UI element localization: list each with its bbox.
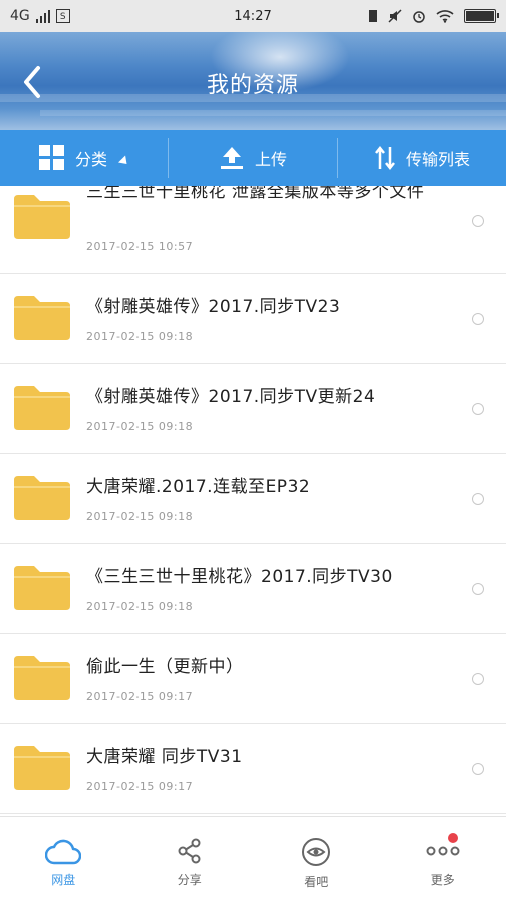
file-name: 偷此一生（更新中） xyxy=(86,657,244,677)
file-list-content: 三生三世十里桃花 泄露全集版本等多个文件 2017-02-15 10:57 《射… xyxy=(0,186,506,814)
status-left: 4G S xyxy=(10,8,70,24)
status-bar: 4G S 14:27 xyxy=(0,0,506,32)
nav-item-cloud-drive[interactable]: 网盘 xyxy=(0,817,127,900)
sim-icon xyxy=(369,10,377,22)
nav-label: 更多 xyxy=(430,873,455,887)
transfer-arrows-icon xyxy=(375,145,395,171)
dropdown-caret-icon xyxy=(117,154,131,168)
folder-icon xyxy=(14,656,70,700)
header-banner: 我的资源 xyxy=(0,32,506,130)
nav-item-watch[interactable]: 看吧 xyxy=(253,817,380,900)
file-row[interactable]: 三生三世十里桃花 泄露全集版本等多个文件 2017-02-15 10:57 xyxy=(0,186,506,274)
network-type: 4G xyxy=(10,8,30,24)
select-radio[interactable] xyxy=(472,215,484,227)
nav-item-share[interactable]: 分享 xyxy=(127,817,254,900)
file-row[interactable]: 大唐荣耀.2017.连载至EP32 2017-02-15 09:18 xyxy=(0,454,506,544)
nav-label: 分享 xyxy=(177,873,202,887)
notification-badge xyxy=(447,833,458,843)
signal-icon xyxy=(35,9,50,23)
folder-icon xyxy=(14,296,70,340)
status-right xyxy=(368,9,499,23)
wifi-icon xyxy=(436,10,454,23)
select-radio[interactable] xyxy=(472,673,484,685)
file-date: 2017-02-15 09:17 xyxy=(86,690,194,703)
file-row[interactable]: 偷此一生（更新中） 2017-02-15 09:17 xyxy=(0,634,506,724)
select-radio[interactable] xyxy=(472,763,484,775)
header-wave-lower xyxy=(40,110,506,116)
folder-icon xyxy=(14,566,70,610)
file-row[interactable]: 《射雕英雄传》2017.同步TV更新24 2017-02-15 09:18 xyxy=(0,364,506,454)
status-time: 14:27 xyxy=(234,8,272,24)
category-button[interactable]: 分类 xyxy=(0,130,168,186)
nav-item-more[interactable]: 更多 xyxy=(380,817,506,900)
file-date: 2017-02-15 09:18 xyxy=(86,330,194,343)
eye-icon xyxy=(302,838,331,866)
file-date: 2017-02-15 09:18 xyxy=(86,600,194,613)
transfer-list-button[interactable]: 传输列表 xyxy=(338,130,506,186)
grid-icon xyxy=(38,145,64,170)
folder-icon xyxy=(14,476,70,520)
file-date: 2017-02-15 09:18 xyxy=(86,510,194,523)
file-name: 《三生三世十里桃花》2017.同步TV30 xyxy=(86,567,393,587)
file-date: 2017-02-15 09:17 xyxy=(86,780,194,793)
file-date: 2017-02-15 10:57 xyxy=(86,240,194,253)
action-toolbar: 分类 上传 传输列表 xyxy=(0,130,506,186)
folder-icon xyxy=(14,386,70,430)
upload-label: 上传 xyxy=(254,150,287,169)
upload-icon xyxy=(220,147,243,169)
battery-icon xyxy=(464,9,499,23)
nav-label: 看吧 xyxy=(304,875,329,889)
select-radio[interactable] xyxy=(472,313,484,325)
cloud-icon xyxy=(45,839,82,865)
file-row[interactable]: 《三生三世十里桃花》2017.同步TV30 2017-02-15 09:18 xyxy=(0,544,506,634)
select-radio[interactable] xyxy=(472,403,484,415)
folder-icon xyxy=(14,195,70,239)
file-date: 2017-02-15 09:18 xyxy=(86,420,194,433)
file-name: 《射雕英雄传》2017.同步TV23 xyxy=(86,297,341,317)
file-name: 大唐荣耀.2017.连载至EP32 xyxy=(86,477,311,497)
file-list[interactable]: 三生三世十里桃花 泄露全集版本等多个文件 2017-02-15 10:57 《射… xyxy=(0,186,506,816)
mute-icon xyxy=(388,9,402,23)
share-icon xyxy=(178,838,201,864)
alarm-icon xyxy=(413,11,425,23)
file-row[interactable]: 《射雕英雄传》2017.同步TV23 2017-02-15 09:18 xyxy=(0,274,506,364)
page-title: 我的资源 xyxy=(206,73,299,98)
upload-button[interactable]: 上传 xyxy=(169,130,337,186)
bottom-nav: 网盘 分享 看吧 更多 xyxy=(0,816,506,900)
nav-label: 网盘 xyxy=(51,873,76,887)
notification-icon: S xyxy=(55,9,70,23)
folder-icon xyxy=(14,746,70,790)
file-name: 《射雕英雄传》2017.同步TV更新24 xyxy=(86,387,376,407)
file-row[interactable]: 大唐荣耀 同步TV31 2017-02-15 09:17 xyxy=(0,724,506,814)
select-radio[interactable] xyxy=(472,493,484,505)
select-radio[interactable] xyxy=(472,583,484,595)
file-name: 三生三世十里桃花 泄露全集版本等多个文件 xyxy=(86,186,425,202)
file-name: 大唐荣耀 同步TV31 xyxy=(86,747,243,767)
transfer-list-label: 传输列表 xyxy=(405,150,470,169)
category-label: 分类 xyxy=(74,150,107,169)
